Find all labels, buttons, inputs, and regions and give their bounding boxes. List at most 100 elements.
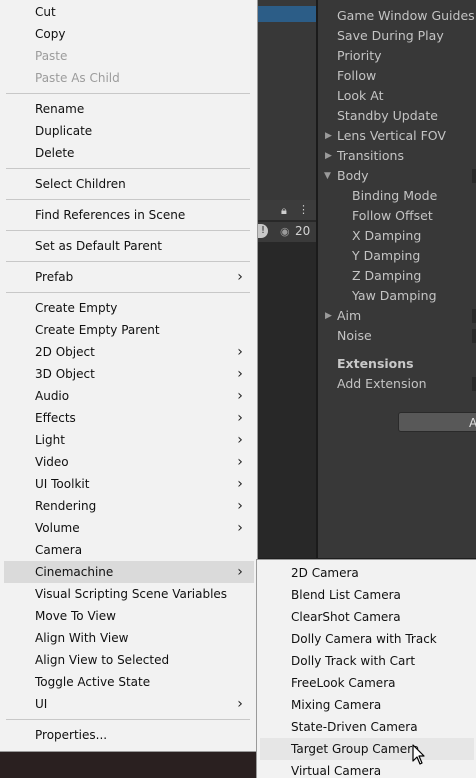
submenu-item-mixing-camera[interactable]: Mixing Camera — [260, 694, 474, 716]
menu-item-visual-scripting-scene-variables[interactable]: Visual Scripting Scene Variables — [4, 583, 254, 605]
inspector-lower-panel — [318, 430, 476, 558]
unity-editor: 🔒︎ ⋮ ! ◉ 20 Game Window Guides Save Duri… — [0, 0, 476, 778]
menu-item-create-empty[interactable]: Create Empty — [4, 297, 254, 319]
add-component-button[interactable]: A — [398, 412, 476, 432]
menu-item-volume[interactable]: Volume › — [4, 517, 254, 539]
menu-item-select-children[interactable]: Select Children — [4, 173, 254, 195]
submenu-item-target-group-camera[interactable]: Target Group Camera — [260, 738, 474, 760]
submenu-item-blend-list-camera[interactable]: Blend List Camera — [260, 584, 474, 606]
kebab-menu-icon[interactable]: ⋮ — [298, 203, 309, 216]
inspector-yaw-damping[interactable]: Yaw Damping — [352, 286, 437, 306]
foldout-closed-icon[interactable]: ▶ — [325, 146, 332, 166]
menu-item-rendering[interactable]: Rendering › — [4, 495, 254, 517]
inspector-binding-mode[interactable]: Binding Mode — [352, 186, 437, 206]
menu-item-duplicate[interactable]: Duplicate — [4, 120, 254, 142]
scene-view-panel — [258, 220, 318, 558]
chevron-right-icon: › — [237, 498, 243, 514]
menu-separator — [6, 719, 250, 720]
menu-item-set-default-parent[interactable]: Set as Default Parent — [4, 235, 254, 257]
inspector-priority[interactable]: Priority — [337, 46, 382, 66]
hierarchy-selected-row[interactable] — [258, 6, 318, 22]
menu-item-ui-toolkit[interactable]: UI Toolkit › — [4, 473, 254, 495]
menu-item-audio[interactable]: Audio › — [4, 385, 254, 407]
inspector-game-window-guides[interactable]: Game Window Guides — [337, 6, 475, 26]
foldout-closed-icon[interactable]: ▶ — [325, 126, 332, 146]
menu-item-label: Volume — [35, 521, 80, 535]
menu-item-2d-object[interactable]: 2D Object › — [4, 341, 254, 363]
inspector-x-damping[interactable]: X Damping — [352, 226, 421, 246]
menu-item-light[interactable]: Light › — [4, 429, 254, 451]
inspector-aim[interactable]: Aim — [337, 306, 361, 326]
submenu-item-clearshot-camera[interactable]: ClearShot Camera — [260, 606, 474, 628]
add-extension-dropdown[interactable] — [472, 377, 476, 391]
inspector-add-extension[interactable]: Add Extension — [337, 374, 427, 394]
menu-item-delete[interactable]: Delete — [4, 142, 254, 164]
menu-item-effects[interactable]: Effects › — [4, 407, 254, 429]
submenu-item-2d-camera[interactable]: 2D Camera — [260, 562, 474, 584]
menu-item-label: Audio — [35, 389, 70, 403]
aim-dropdown[interactable] — [472, 309, 476, 323]
inspector-noise[interactable]: Noise — [337, 326, 372, 346]
submenu-item-dolly-track-with-cart[interactable]: Dolly Track with Cart — [260, 650, 474, 672]
chevron-right-icon: › — [237, 410, 243, 426]
menu-item-camera[interactable]: Camera — [4, 539, 254, 561]
menu-item-toggle-active-state[interactable]: Toggle Active State — [4, 671, 254, 693]
menu-separator — [6, 292, 250, 293]
menu-item-paste[interactable]: Paste — [4, 45, 254, 67]
menu-item-cut[interactable]: Cut — [4, 1, 254, 23]
inspector-z-damping[interactable]: Z Damping — [352, 266, 421, 286]
menu-item-rename[interactable]: Rename — [4, 98, 254, 120]
chevron-right-icon: › — [237, 344, 243, 360]
inspector-body[interactable]: Body — [337, 166, 369, 186]
chevron-right-icon: › — [237, 366, 243, 382]
inspector-follow[interactable]: Follow — [337, 66, 376, 86]
menu-item-label: UI — [35, 697, 48, 711]
chevron-right-icon: › — [237, 696, 243, 712]
submenu-item-dolly-camera-with-track[interactable]: Dolly Camera with Track — [260, 628, 474, 650]
menu-item-create-empty-parent[interactable]: Create Empty Parent — [4, 319, 254, 341]
submenu-item-virtual-camera[interactable]: Virtual Camera — [260, 760, 474, 778]
foldout-open-icon[interactable]: ▼ — [324, 166, 331, 186]
inspector-look-at[interactable]: Look At — [337, 86, 383, 106]
inspector-standby-update[interactable]: Standby Update — [337, 106, 438, 126]
mouse-pointer-icon — [412, 744, 425, 765]
menu-item-paste-as-child[interactable]: Paste As Child — [4, 67, 254, 89]
inspector-lens-vertical-fov[interactable]: Lens Vertical FOV — [337, 126, 446, 146]
menu-separator — [6, 93, 250, 94]
inspector-y-damping[interactable]: Y Damping — [352, 246, 420, 266]
submenu-item-state-driven-camera[interactable]: State-Driven Camera — [260, 716, 474, 738]
scene-toolbar — [258, 200, 318, 220]
menu-item-label: UI Toolkit — [35, 477, 90, 491]
body-dropdown[interactable] — [472, 169, 476, 183]
inspector-follow-offset[interactable]: Follow Offset — [352, 206, 433, 226]
inspector-extensions-header: Extensions — [337, 356, 414, 371]
context-menu: Cut Copy Paste Paste As Child Rename Dup… — [0, 0, 258, 752]
menu-item-label: Light — [35, 433, 65, 447]
menu-item-ui[interactable]: UI › — [4, 693, 254, 715]
menu-item-3d-object[interactable]: 3D Object › — [4, 363, 254, 385]
menu-item-copy[interactable]: Copy — [4, 23, 254, 45]
chevron-right-icon: › — [237, 454, 243, 470]
submenu-item-freelook-camera[interactable]: FreeLook Camera — [260, 672, 474, 694]
visible-count: 20 — [295, 224, 311, 238]
menu-item-find-references[interactable]: Find References in Scene — [4, 204, 254, 226]
menu-item-prefab[interactable]: Prefab › — [4, 266, 254, 288]
foldout-closed-icon[interactable]: ▶ — [325, 306, 332, 326]
menu-item-video[interactable]: Video › — [4, 451, 254, 473]
menu-item-label: Effects — [35, 411, 76, 425]
eye-icon[interactable]: ◉ — [280, 225, 290, 238]
inspector-save-during-play[interactable]: Save During Play — [337, 26, 444, 46]
menu-item-align-view-to-selected[interactable]: Align View to Selected — [4, 649, 254, 671]
menu-item-move-to-view[interactable]: Move To View — [4, 605, 254, 627]
menu-item-align-with-view[interactable]: Align With View — [4, 627, 254, 649]
menu-item-label: 2D Object — [35, 345, 95, 359]
menu-item-label: Video — [35, 455, 69, 469]
menu-separator — [6, 230, 250, 231]
lock-icon[interactable]: 🔒︎ — [281, 204, 287, 218]
menu-item-cinemachine[interactable]: Cinemachine › — [4, 561, 254, 583]
chevron-right-icon: › — [237, 269, 243, 285]
inspector-transitions[interactable]: Transitions — [337, 146, 404, 166]
menu-item-properties[interactable]: Properties... — [4, 724, 254, 746]
menu-item-label: Prefab — [35, 270, 74, 284]
noise-dropdown[interactable] — [472, 329, 476, 343]
